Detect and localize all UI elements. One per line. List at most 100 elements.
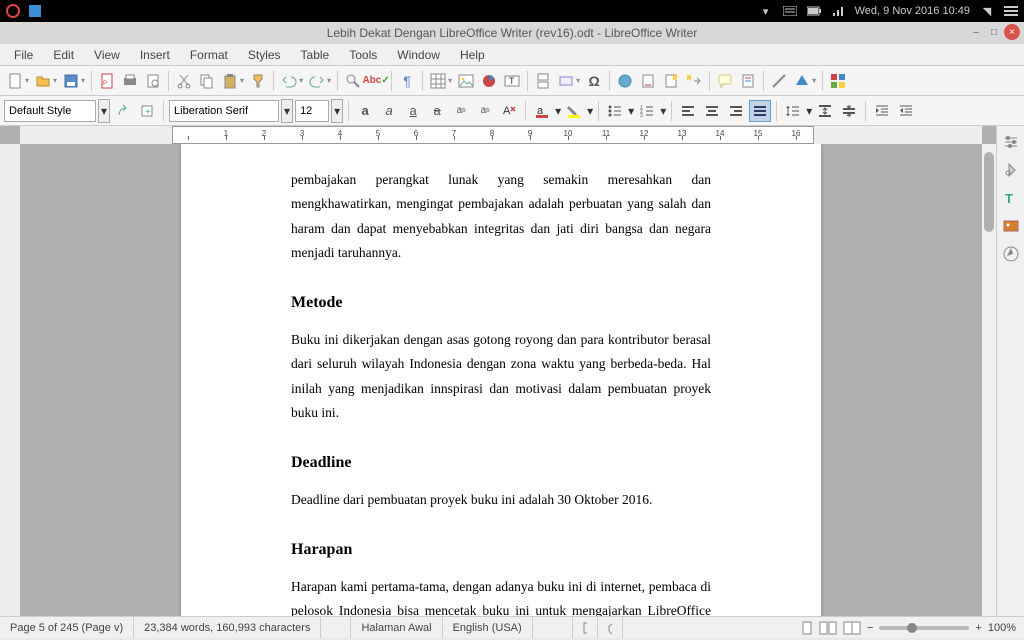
gallery-panel-icon[interactable] (1001, 216, 1021, 236)
subscript-icon[interactable]: ab (474, 100, 496, 122)
document-viewport[interactable]: pembajakan perangkat lunak yang semakin … (20, 144, 982, 616)
update-style-icon[interactable] (112, 100, 134, 122)
app-menu-icon[interactable] (6, 4, 20, 18)
styles-panel-icon[interactable]: T (1001, 188, 1021, 208)
body-paragraph[interactable]: pembajakan perangkat lunak yang semakin … (291, 168, 711, 265)
horizontal-ruler[interactable]: 12345678910111213141516 (20, 126, 982, 144)
print-preview-icon[interactable] (142, 70, 164, 92)
save-icon[interactable] (60, 70, 82, 92)
properties-panel-icon[interactable] (1001, 160, 1021, 180)
maximize-button[interactable]: □ (986, 24, 1002, 40)
numbered-list-icon[interactable]: 123 (636, 100, 658, 122)
sidebar-settings-icon[interactable] (1001, 132, 1021, 152)
insert-footnote-icon[interactable] (637, 70, 659, 92)
decrease-indent-icon[interactable] (895, 100, 917, 122)
font-size-selector[interactable] (295, 100, 329, 122)
find-replace-icon[interactable] (342, 70, 364, 92)
heading-metode[interactable]: Metode (291, 289, 711, 318)
clone-formatting-icon[interactable] (247, 70, 269, 92)
align-center-icon[interactable] (701, 100, 723, 122)
undo-icon[interactable] (278, 70, 300, 92)
heading-harapan[interactable]: Harapan (291, 536, 711, 565)
menu-help[interactable]: Help (452, 46, 493, 64)
formatting-marks-icon[interactable]: ¶ (396, 70, 418, 92)
open-icon[interactable] (32, 70, 54, 92)
bold-icon[interactable]: a (354, 100, 376, 122)
menu-styles[interactable]: Styles (240, 46, 289, 64)
paragraph-style-selector[interactable] (4, 100, 96, 122)
body-paragraph[interactable]: Buku ini dikerjakan dengan asas gotong r… (291, 328, 711, 425)
menu-table[interactable]: Table (293, 46, 338, 64)
increase-spacing-icon[interactable] (814, 100, 836, 122)
insert-table-icon[interactable] (427, 70, 449, 92)
redo-icon[interactable] (306, 70, 328, 92)
battery-icon[interactable] (807, 4, 821, 18)
network-icon[interactable] (831, 4, 845, 18)
status-word-count[interactable]: 23,384 words, 160,993 characters (134, 617, 321, 638)
menu-window[interactable]: Window (389, 46, 448, 64)
spellcheck-icon[interactable]: Abc✓ (365, 70, 387, 92)
menu-file[interactable]: File (6, 46, 41, 64)
align-justify-icon[interactable] (749, 100, 771, 122)
print-icon[interactable] (119, 70, 141, 92)
close-button[interactable]: × (1004, 24, 1020, 40)
strikethrough-icon[interactable]: a (426, 100, 448, 122)
document-page[interactable]: pembajakan perangkat lunak yang semakin … (181, 144, 821, 616)
body-paragraph[interactable]: Deadline dari pembuatan proyek buku ini … (291, 488, 711, 512)
copy-icon[interactable] (196, 70, 218, 92)
cut-icon[interactable] (173, 70, 195, 92)
menu-edit[interactable]: Edit (45, 46, 82, 64)
view-layout-book-icon[interactable] (843, 621, 861, 635)
font-name-selector[interactable] (169, 100, 279, 122)
body-paragraph[interactable]: Harapan kami pertama-tama, dengan adanya… (291, 575, 711, 616)
new-style-icon[interactable]: + (136, 100, 158, 122)
menu-insert[interactable]: Insert (132, 46, 178, 64)
new-icon[interactable] (4, 70, 26, 92)
insert-comment-icon[interactable] (714, 70, 736, 92)
zoom-out-icon[interactable]: − (867, 622, 873, 634)
active-app-icon[interactable] (28, 4, 42, 18)
status-insert-mode[interactable] (533, 617, 573, 638)
insert-page-break-icon[interactable] (532, 70, 554, 92)
status-page-style[interactable]: Halaman Awal (351, 617, 442, 638)
status-selection-mode[interactable] (573, 617, 598, 638)
menu-tools[interactable]: Tools (341, 46, 385, 64)
heading-deadline[interactable]: Deadline (291, 449, 711, 478)
insert-bookmark-icon[interactable] (660, 70, 682, 92)
menu-format[interactable]: Format (182, 46, 236, 64)
zoom-level[interactable]: 100% (988, 622, 1016, 634)
status-page[interactable]: Page 5 of 245 (Page v) (0, 617, 134, 638)
superscript-icon[interactable]: ab (450, 100, 472, 122)
italic-icon[interactable]: a (378, 100, 400, 122)
align-left-icon[interactable] (677, 100, 699, 122)
export-pdf-icon[interactable]: P (96, 70, 118, 92)
insert-line-icon[interactable] (768, 70, 790, 92)
view-layout-multi-icon[interactable] (819, 621, 837, 635)
zoom-slider[interactable] (879, 626, 969, 630)
insert-textbox-icon[interactable]: T (501, 70, 523, 92)
tray-icon-1[interactable]: ▾ (759, 4, 773, 18)
track-changes-icon[interactable] (737, 70, 759, 92)
tray-icon-2[interactable]: ◥ (980, 4, 994, 18)
show-draw-functions-icon[interactable] (827, 70, 849, 92)
navigator-panel-icon[interactable] (1001, 244, 1021, 264)
bullet-list-icon[interactable] (604, 100, 626, 122)
menu-icon[interactable] (1004, 4, 1018, 18)
status-signature[interactable] (598, 617, 623, 638)
clear-formatting-icon[interactable]: A (498, 100, 520, 122)
line-spacing-icon[interactable] (782, 100, 804, 122)
increase-indent-icon[interactable] (871, 100, 893, 122)
minimize-button[interactable]: – (968, 24, 984, 40)
view-layout-single-icon[interactable] (801, 621, 813, 635)
menu-view[interactable]: View (86, 46, 128, 64)
insert-cross-ref-icon[interactable] (683, 70, 705, 92)
font-color-icon[interactable]: a (531, 100, 553, 122)
align-right-icon[interactable] (725, 100, 747, 122)
system-clock[interactable]: Wed, 9 Nov 2016 10:49 (855, 5, 970, 17)
insert-special-char-icon[interactable]: Ω (583, 70, 605, 92)
insert-hyperlink-icon[interactable] (614, 70, 636, 92)
vertical-scrollbar[interactable] (982, 144, 996, 616)
zoom-in-icon[interactable]: + (975, 622, 981, 634)
underline-icon[interactable]: a (402, 100, 424, 122)
keyboard-icon[interactable] (783, 4, 797, 18)
